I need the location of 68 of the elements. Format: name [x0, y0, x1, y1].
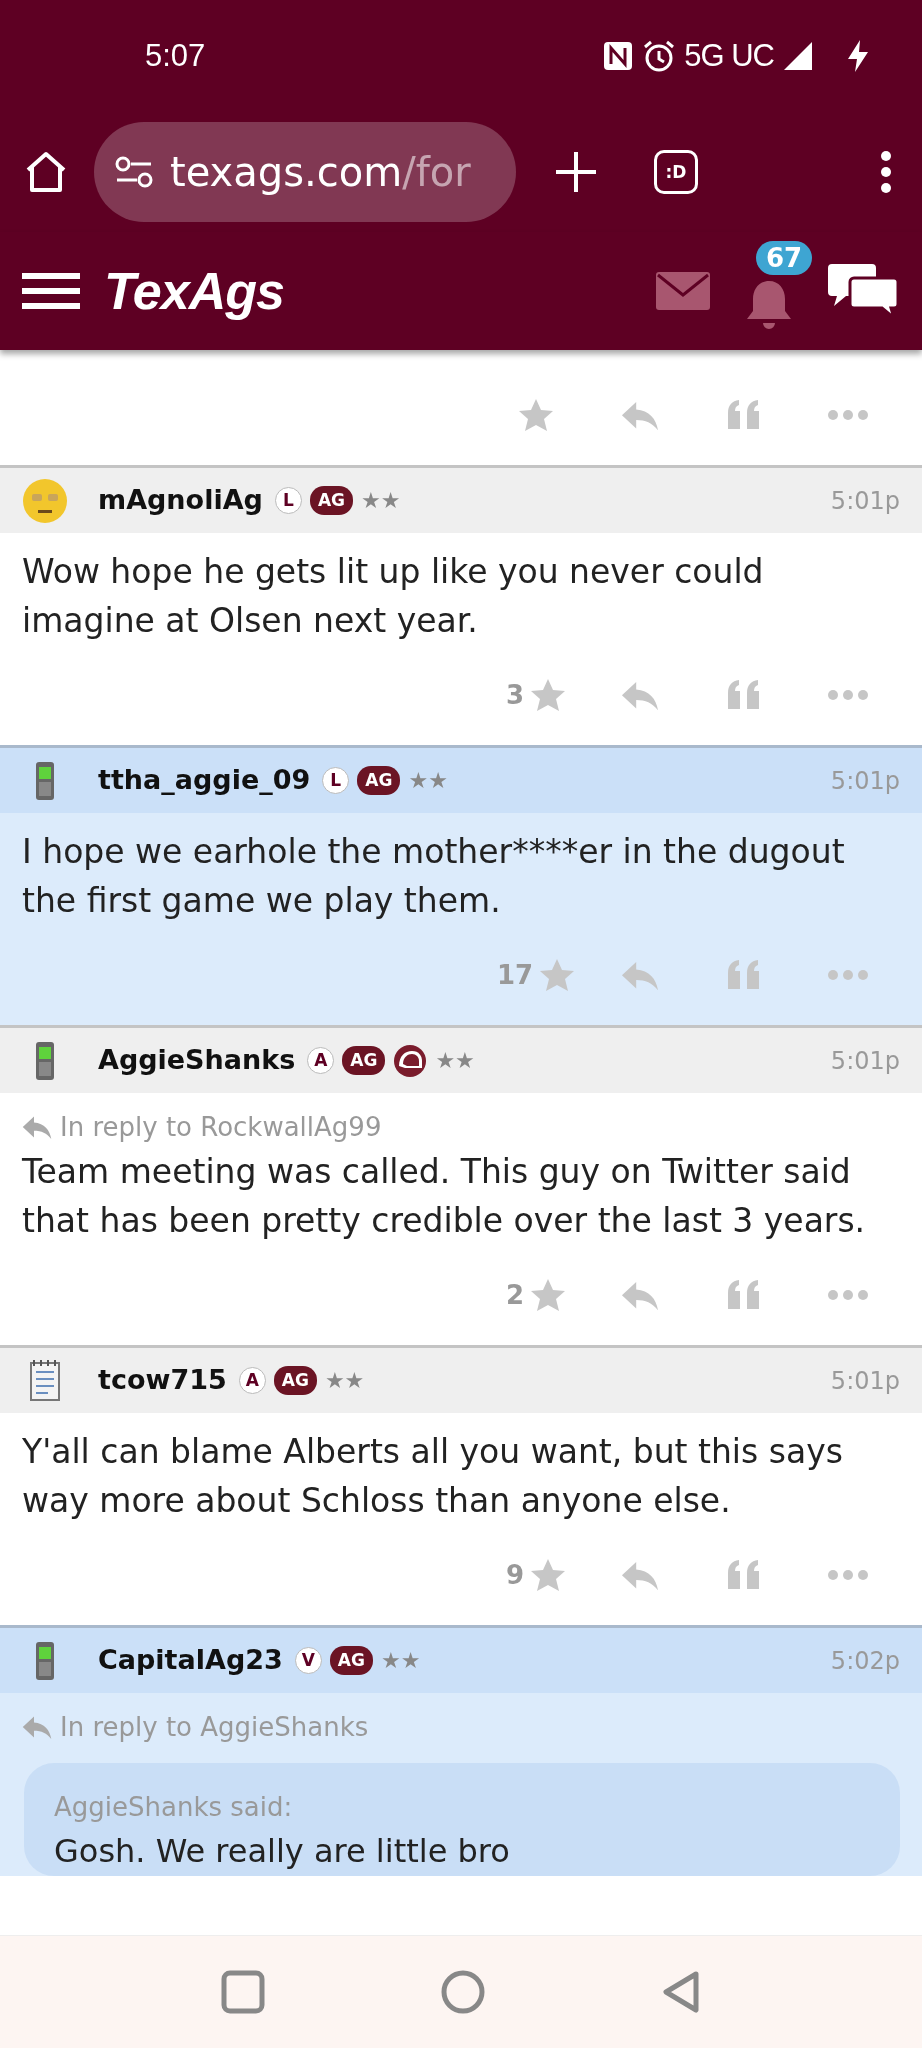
- post-time: 5:01p: [830, 765, 900, 797]
- network-type: 5G UC: [684, 36, 774, 75]
- rank-stars: ★★: [324, 1367, 365, 1395]
- quote-icon: [726, 399, 762, 431]
- quote-icon: [726, 1279, 762, 1311]
- username[interactable]: mAgnoliAg: [98, 480, 263, 521]
- helmet-icon: [393, 1043, 428, 1078]
- address-bar[interactable]: texags.com/for: [94, 122, 516, 222]
- rank-badge: A: [307, 1047, 335, 1074]
- rank-stars: ★★: [361, 487, 401, 515]
- post-text: Y'all can blame Alberts all you want, but this says way more about Schloss than anyone else.: [22, 1431, 844, 1522]
- post-time: 5:01p: [830, 1365, 900, 1397]
- team-badge: AG: [309, 485, 353, 516]
- rank-stars: ★★: [380, 1647, 421, 1675]
- star-icon: [518, 398, 554, 432]
- charging-icon: [846, 39, 870, 73]
- mail-icon[interactable]: [656, 272, 710, 310]
- alarm-icon: [642, 39, 677, 73]
- rank-stars: ★★: [408, 767, 448, 795]
- more-options-icon[interactable]: [880, 150, 892, 194]
- quote-text: Gosh. We really are little bro: [54, 1831, 511, 1872]
- quote-icon: [726, 679, 762, 711]
- dots-icon: [828, 410, 868, 420]
- new-tab-icon[interactable]: [554, 150, 598, 194]
- rank-badge: L: [274, 487, 302, 514]
- notification-count: 67: [756, 241, 813, 275]
- menu-icon[interactable]: [22, 271, 80, 311]
- rank-badge: V: [294, 1647, 322, 1674]
- rank-badge: A: [238, 1367, 266, 1394]
- back-icon[interactable]: [661, 1970, 701, 2014]
- tab-switcher-button[interactable]: :D: [654, 150, 698, 194]
- star-icon: [530, 1558, 567, 1592]
- username[interactable]: AggieShanks: [98, 1040, 296, 1081]
- nfc-icon: [602, 40, 635, 72]
- url-text: texags.com/for: [170, 148, 471, 197]
- star-icon: [530, 678, 567, 712]
- reply-icon: [22, 1115, 52, 1139]
- quote-author: AggieShanks said:: [54, 1791, 294, 1824]
- post-time: 5:01p: [830, 1045, 900, 1077]
- emoji-icon: [22, 477, 68, 524]
- post-time: 5:01p: [830, 485, 900, 517]
- rank-stars: ★★: [435, 1047, 475, 1075]
- team-badge: AG: [342, 1045, 386, 1076]
- reply-icon: [22, 1715, 52, 1739]
- post-text: Wow hope he gets lit up like you never could imagine at Olsen next year.: [22, 551, 765, 642]
- team-badge: AG: [273, 1365, 317, 1396]
- star-icon: [539, 958, 576, 992]
- dots-icon: [828, 1570, 868, 1580]
- rank-badge: L: [322, 767, 350, 794]
- dots-icon: [828, 970, 868, 980]
- team-badge: AG: [357, 765, 401, 796]
- post-text: Team meeting was called. This guy on Twitter said that has been pretty credible over the last 3 years.: [22, 1151, 867, 1242]
- username[interactable]: ttha_aggie_09: [98, 760, 311, 801]
- star-icon: [530, 1278, 567, 1312]
- status-time: 5:07: [145, 36, 206, 75]
- dots-icon: [828, 1290, 868, 1300]
- quote-icon: [726, 959, 762, 991]
- site-settings-icon[interactable]: [114, 154, 154, 190]
- signal-icon: [782, 40, 814, 72]
- post-text: I hope we earhole the mother****er in the dugout the first game we play them.: [22, 831, 846, 922]
- home-button-icon[interactable]: [441, 1970, 485, 2014]
- username[interactable]: CapitalAg23: [98, 1640, 283, 1681]
- dots-icon: [828, 690, 868, 700]
- post-time: 5:02p: [830, 1645, 900, 1677]
- recents-icon[interactable]: [221, 1970, 265, 2014]
- team-badge: AG: [329, 1645, 373, 1676]
- username[interactable]: tcow715: [98, 1360, 227, 1401]
- quote-icon: [726, 1559, 762, 1591]
